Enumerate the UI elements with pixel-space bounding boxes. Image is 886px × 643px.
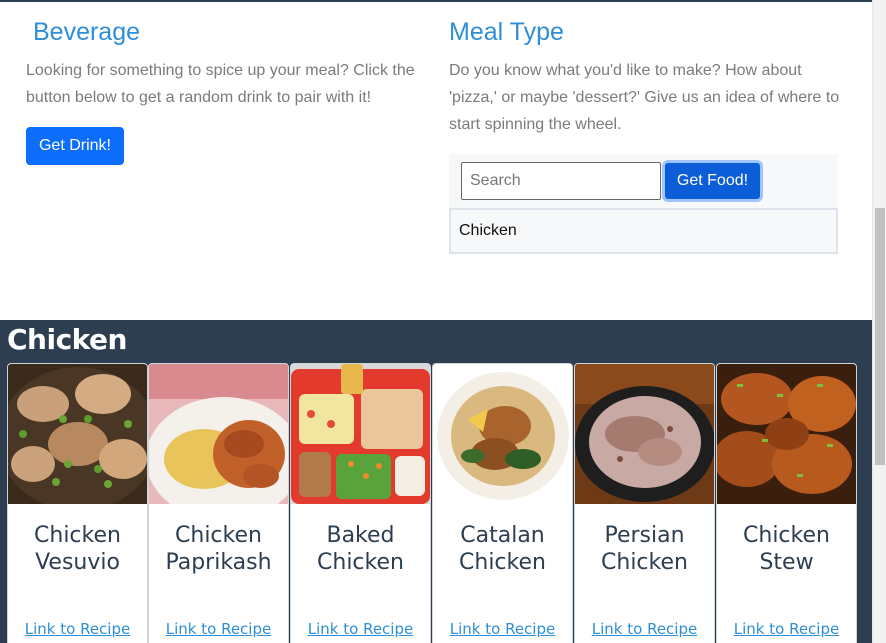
recipe-image bbox=[433, 364, 572, 504]
recipe-name: Chicken Paprikash bbox=[165, 523, 272, 575]
scrollbar-thumb[interactable] bbox=[875, 208, 885, 465]
recipe-image bbox=[8, 364, 147, 504]
suggestion-list: Chicken bbox=[449, 208, 838, 254]
recipe-link[interactable]: Link to Recipe bbox=[8, 620, 147, 638]
recipe-card: Persian Chicken Link to Recipe bbox=[574, 363, 715, 643]
recipe-link[interactable]: Link to Recipe bbox=[149, 620, 288, 638]
recipe-card: Baked Chicken Link to Recipe bbox=[290, 363, 431, 643]
recipe-name: Chicken Vesuvio bbox=[34, 523, 121, 575]
recipe-link[interactable]: Link to Recipe bbox=[717, 620, 856, 638]
recipe-image bbox=[575, 364, 714, 504]
meal-type-description: Do you know what you'd like to make? How… bbox=[449, 62, 840, 133]
page-content: Beverage Looking for something to spice … bbox=[0, 0, 872, 643]
recipe-card: Chicken Stew Link to Recipe bbox=[716, 363, 857, 643]
beverage-title: Beverage bbox=[33, 18, 141, 46]
recipe-name: Persian Chicken bbox=[601, 523, 688, 575]
recipe-name: Catalan Chicken bbox=[459, 523, 546, 575]
recipe-card: Chicken Paprikash Link to Recipe bbox=[148, 363, 289, 643]
top-border bbox=[0, 0, 872, 2]
page-scrollbar[interactable] bbox=[872, 0, 886, 643]
recipe-link[interactable]: Link to Recipe bbox=[575, 620, 714, 638]
recipe-link[interactable]: Link to Recipe bbox=[291, 620, 430, 638]
recipe-image bbox=[291, 364, 430, 504]
search-area: Get Food! Chicken bbox=[449, 154, 838, 254]
recipe-card: Catalan Chicken Link to Recipe bbox=[432, 363, 573, 643]
recipe-name: Baked Chicken bbox=[317, 523, 404, 575]
meal-type-title: Meal Type bbox=[449, 18, 564, 46]
search-input[interactable] bbox=[461, 162, 661, 200]
recipe-image bbox=[717, 364, 856, 504]
get-drink-button[interactable]: Get Drink! bbox=[26, 127, 124, 165]
suggestion-item[interactable]: Chicken bbox=[459, 222, 517, 240]
recipe-card: Chicken Vesuvio Link to Recipe bbox=[7, 363, 148, 643]
recipe-link[interactable]: Link to Recipe bbox=[433, 620, 572, 638]
recipe-image bbox=[149, 364, 288, 504]
results-title: Chicken bbox=[7, 323, 127, 356]
beverage-description: Looking for something to spice up your m… bbox=[26, 62, 415, 106]
recipe-name: Chicken Stew bbox=[743, 523, 830, 575]
results-section: Chicken Chicken Vesuvio Link to Recipe C… bbox=[0, 320, 872, 643]
get-food-button[interactable]: Get Food! bbox=[662, 160, 763, 202]
